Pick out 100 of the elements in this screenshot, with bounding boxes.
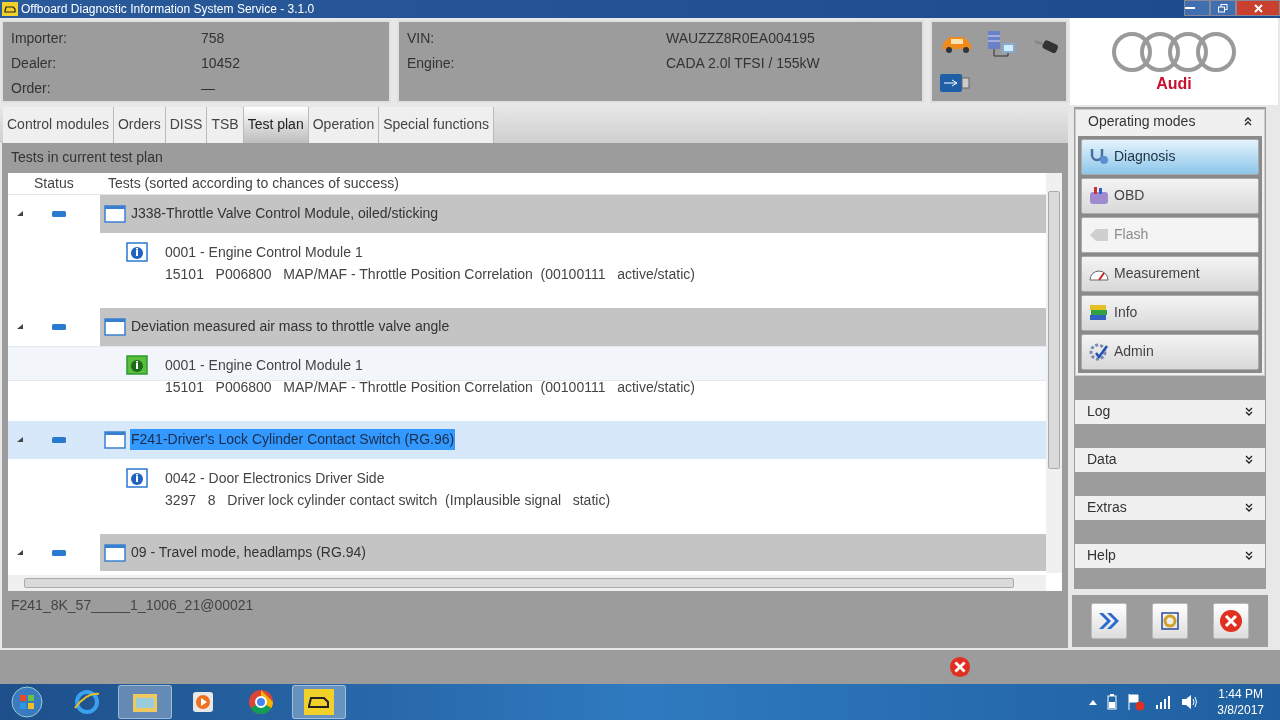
tab[interactable]: Test plan (243, 106, 309, 143)
close-button[interactable] (1236, 0, 1280, 16)
section-header[interactable]: Help (1075, 543, 1265, 568)
collapse-icon[interactable] (17, 550, 23, 556)
close-icon (1219, 608, 1244, 633)
speaker-icon[interactable] (1181, 694, 1200, 711)
mode-button[interactable]: Diagnosis (1081, 138, 1259, 175)
info-icon[interactable] (126, 354, 148, 375)
section-label: Tests in current test plan (10, 148, 164, 168)
section-title: Log (1087, 402, 1111, 422)
info-icon[interactable] (126, 467, 148, 488)
window-icon (104, 317, 126, 336)
module-name: 0001 - Engine Control Module 1 (165, 242, 364, 262)
tab[interactable]: Special functions (379, 106, 495, 143)
taskbar-button[interactable] (292, 685, 346, 720)
vertical-scrollbar[interactable] (1046, 172, 1062, 573)
collapse-icon[interactable] (17, 211, 23, 217)
section-title: Data (1087, 450, 1117, 470)
rings-logo-icon (1110, 30, 1238, 75)
module-name: 0042 - Door Electronics Driver Side (165, 468, 386, 488)
expand-icon[interactable] (1245, 455, 1253, 465)
test-title: Deviation measured air mass to throttle valve angle (130, 317, 451, 337)
field-value: 10452 (201, 54, 240, 73)
mode-button[interactable]: Admin (1081, 333, 1259, 370)
window-icon (104, 430, 126, 449)
tab[interactable]: TSB (207, 106, 244, 143)
field-label: VIN: (407, 29, 436, 48)
field-value: 758 (201, 29, 225, 48)
network-icon[interactable] (986, 30, 1018, 60)
section-header[interactable]: Data (1075, 447, 1265, 472)
collapse-icon[interactable] (17, 324, 23, 330)
column-header: Status (33, 173, 75, 193)
horizontal-scrollbar[interactable] (8, 574, 1046, 591)
clock-time: 1:44 PM (1218, 686, 1263, 703)
info-icon[interactable] (126, 241, 148, 262)
clock[interactable]: 1:44 PM 3/8/2017 (1217, 686, 1264, 719)
usb-icon[interactable] (940, 74, 970, 92)
tray-arrow-icon[interactable] (1089, 699, 1098, 705)
section-title: Operating modes (1088, 112, 1196, 132)
field-label: Importer: (11, 29, 68, 48)
collapse-icon[interactable] (17, 437, 23, 443)
stethoscope-icon (1088, 146, 1110, 167)
section-header[interactable]: Extras (1075, 495, 1265, 520)
frame-icon (1159, 609, 1181, 632)
field-value: WAUZZZ8R0EA004195 (666, 29, 815, 48)
expand-icon[interactable] (1245, 407, 1253, 417)
window-icon (104, 204, 126, 223)
status-icon (52, 210, 66, 217)
toolbox-icon (1088, 185, 1110, 206)
field-value: — (201, 79, 215, 98)
scroll-thumb[interactable] (1048, 190, 1060, 469)
mode-button[interactable]: OBD (1081, 177, 1259, 214)
minimize-icon (1185, 6, 1195, 10)
restore-button[interactable] (1210, 0, 1236, 16)
test-title: 09 - Travel mode, headlamps (RG.94) (130, 543, 367, 563)
field-value: CADA 2.0l TFSI / 155kW (666, 54, 820, 73)
status-icon (52, 549, 66, 556)
clock-date: 3/8/2017 (1217, 702, 1264, 719)
expand-icon[interactable] (1245, 551, 1253, 561)
status-icon (52, 436, 66, 443)
cancel-button[interactable] (1213, 602, 1250, 639)
window-icon (104, 543, 126, 562)
minimize-button[interactable] (1184, 0, 1210, 16)
start-button-icon[interactable] (10, 685, 44, 720)
tab[interactable]: Control modules (3, 106, 114, 143)
section-title: Help (1087, 546, 1116, 566)
section-header[interactable]: Operating modes (1076, 109, 1264, 134)
section-header[interactable]: Log (1075, 399, 1265, 424)
test-row[interactable]: F241-Driver's Lock Cylinder Contact Switch (RG.96) (8, 420, 1046, 459)
books-icon (1088, 302, 1110, 323)
test-title: J338-Throttle Valve Control Module, oiled/sticking (130, 204, 440, 224)
battery-icon[interactable] (1107, 694, 1118, 711)
forward-button[interactable] (1090, 602, 1127, 639)
expand-icon[interactable] (1245, 503, 1253, 513)
test-id-text: F241_8K_57_____1_1006_21@00021 (11, 595, 254, 615)
tab[interactable]: DISS (165, 106, 208, 143)
column-header: Tests (sorted according to chances of success) (107, 173, 400, 193)
status-icon (52, 323, 66, 330)
collapse-icon[interactable] (1244, 117, 1252, 127)
taskbar-button[interactable] (118, 685, 172, 720)
fault-code: 15101 P006800 MAP/MAF - Throttle Position Correlation (00100111 active/static) (165, 377, 695, 397)
gear-icon (1088, 341, 1110, 362)
window-title: Offboard Diagnostic Information System Service - 3.1.0 (21, 1, 315, 18)
restore-icon (1218, 3, 1228, 13)
mode-button[interactable]: Measurement (1081, 255, 1259, 292)
browser-icon (73, 688, 101, 717)
fit-screen-button[interactable] (1152, 602, 1188, 639)
fault-code: 15101 P006800 MAP/MAF - Throttle Position Correlation (00100111 active/static) (165, 264, 695, 284)
close-icon (1253, 3, 1263, 13)
car-icon[interactable] (940, 34, 974, 54)
chrome-icon (247, 688, 275, 717)
tab[interactable]: Operation (308, 106, 380, 143)
mode-button[interactable]: Info (1081, 294, 1259, 331)
scroll-thumb[interactable] (24, 577, 1014, 588)
flag-icon[interactable] (1127, 693, 1146, 712)
error-icon[interactable] (949, 656, 971, 679)
tab[interactable]: Orders (113, 106, 166, 143)
test-title: F241-Driver's Lock Cylinder Contact Switch (RG.96) (130, 429, 456, 451)
signal-icon[interactable] (1155, 695, 1172, 710)
brand-name: Audi (1156, 76, 1192, 93)
